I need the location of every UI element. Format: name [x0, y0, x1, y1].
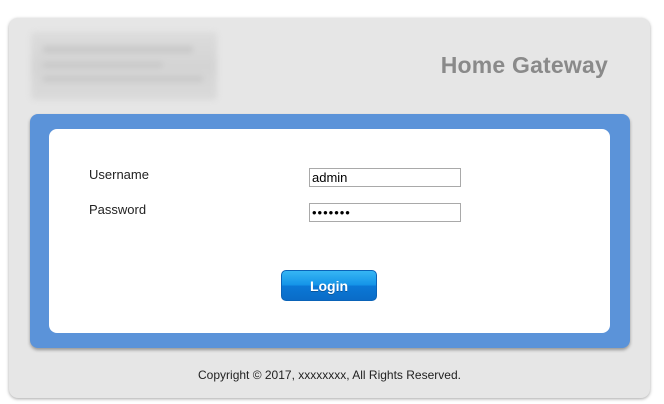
- password-input[interactable]: [309, 203, 461, 222]
- username-input[interactable]: [309, 168, 461, 187]
- password-label: Password: [89, 202, 147, 217]
- login-button[interactable]: Login: [281, 270, 377, 301]
- username-label: Username: [89, 167, 149, 182]
- copyright-text: Copyright © 2017, xxxxxxxx, All Rights R…: [198, 368, 461, 382]
- login-card: Username Password Login: [49, 129, 610, 333]
- page-title: Home Gateway: [440, 52, 608, 78]
- login-panel: Home Gateway Username Password Login Cop…: [9, 18, 650, 398]
- blurred-logo: [31, 32, 217, 100]
- login-frame: Username Password Login: [30, 114, 630, 348]
